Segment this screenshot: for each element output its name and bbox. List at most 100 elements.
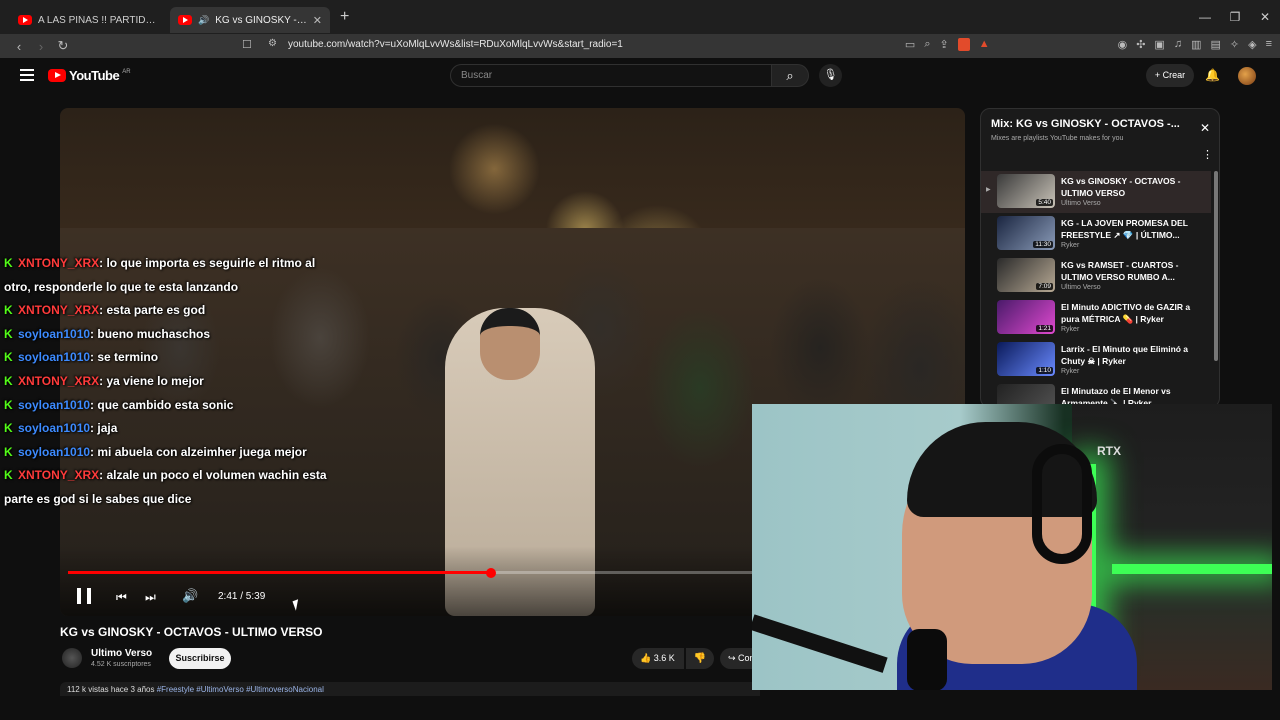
playlist-item[interactable]: 1:21 El Minuto ADICTIVO de GAZIR a pura M… (981, 297, 1211, 339)
media-icon[interactable]: ♫ (1174, 38, 1182, 51)
like-count: 3.6 K (653, 653, 675, 663)
description-box[interactable]: 112 k vistas hace 3 años #Freestyle #Ult… (60, 682, 760, 696)
vpn-icon[interactable]: ◈ (1248, 38, 1256, 51)
sidebar-icon[interactable]: ▥ (1191, 38, 1201, 51)
video-thumbnail[interactable]: 1:10 (997, 342, 1055, 376)
kick-badge-icon: K (4, 373, 13, 388)
playlist-item[interactable]: 1:10 Larrix - El Minuto que Eliminó a Chu… (981, 339, 1211, 381)
forward-button[interactable]: › (30, 39, 52, 54)
chat-text: : se termino (90, 350, 159, 365)
search-icon: ⌕ (786, 68, 794, 83)
audio-playing-icon[interactable]: 🔊 (198, 15, 209, 26)
hamburger-menu-icon[interactable] (20, 69, 34, 81)
close-window-button[interactable]: ✕ (1250, 0, 1280, 34)
share-icon[interactable]: ⇪ (939, 38, 948, 51)
tab-title: A LAS PIÑAS !! PARTIDO PICADO | M (38, 14, 162, 26)
browser-tab-bar: A LAS PIÑAS !! PARTIDO PICADO | M 🔊 KG v… (0, 0, 1280, 34)
chat-username: XNTONY_XRX (18, 303, 100, 318)
video-thumbnail[interactable]: 1:21 (997, 300, 1055, 334)
subscribe-button[interactable]: Suscribirse (169, 648, 231, 669)
tab-partido-picado[interactable]: A LAS PIÑAS !! PARTIDO PICADO | M (10, 7, 170, 33)
chat-message: K XNTONY_XRX: ya viene lo mejor (4, 370, 339, 394)
hashtags[interactable]: #Freestyle #UltimoVerso #UltimoversoNaci… (157, 685, 324, 694)
video-title: KG vs GINOSKY - OCTAVOS - ULTIMO VERSO (60, 625, 323, 639)
dislike-button[interactable]: 👎 (686, 648, 714, 669)
chat-username: soyloan1010 (18, 397, 91, 412)
kick-badge-icon: K (4, 468, 13, 483)
progress-scrubber[interactable] (485, 567, 496, 578)
video-frame-person-head (480, 308, 540, 380)
rewards-icon[interactable]: ▲ (979, 38, 990, 51)
chat-message: K XNTONY_XRX: lo que importa es seguirle … (4, 252, 339, 299)
screenshot-icon[interactable]: ▣ (1154, 38, 1164, 51)
playlist-item[interactable]: ▶ 5:40 KG vs GINOSKY - OCTAVOS - ULTIMO VE… (981, 171, 1211, 213)
reload-button[interactable]: ↻ (52, 38, 74, 54)
playlist-item-title[interactable]: KG - LA JOVEN PROMESA DEL FREESTYLE ↗ 💎 … (1061, 217, 1201, 241)
playlist-item-title[interactable]: KG vs GINOSKY - OCTAVOS - ULTIMO VERSO (1061, 175, 1201, 199)
cast-icon[interactable]: ▭ (905, 38, 915, 51)
tab-kg-vs-ginosky[interactable]: 🔊 KG vs GINOSKY - OCTAVOS - ✕ (170, 7, 330, 33)
channel-name[interactable]: Ultimo Verso (91, 648, 152, 659)
youtube-logo[interactable]: YouTube AR (48, 68, 131, 83)
playlist-item-channel: Ultimo Verso (1061, 284, 1101, 291)
chat-username: soyloan1010 (18, 444, 91, 459)
search-button[interactable]: ⌕ (771, 64, 809, 87)
extension-icon[interactable]: ◉ (1118, 38, 1128, 51)
playlist-item-title[interactable]: Larrix - El Minuto que Eliminó a Chuty ☠… (1061, 343, 1201, 367)
create-button[interactable]: + Crear (1146, 64, 1194, 87)
menu-icon[interactable]: ≡ (1266, 38, 1272, 51)
channel-avatar[interactable] (62, 648, 82, 668)
streamer-webcam: RTX (752, 404, 1272, 690)
playlist-item-title[interactable]: KG vs RAMSET - CUARTOS - ULTIMO VERSO RU… (1061, 259, 1201, 283)
playlist-item[interactable]: 11:30 KG - LA JOVEN PROMESA DEL FREESTYLE… (981, 213, 1211, 255)
next-button[interactable]: ⏭ (145, 590, 156, 605)
close-icon[interactable]: ✕ (1200, 121, 1210, 135)
playlist-item-title[interactable]: El Minuto ADICTIVO de GAZIR a pura MÉTRI… (1061, 301, 1201, 325)
notifications-bell-icon[interactable]: 🔔 (1205, 68, 1220, 82)
video-thumbnail[interactable]: 11:30 (997, 216, 1055, 250)
minimize-button[interactable]: — (1190, 0, 1220, 34)
playlist-item-channel: Ultimo Verso (1061, 200, 1101, 207)
back-button[interactable]: ‹ (8, 39, 30, 54)
more-options-icon[interactable]: ⋮ (1202, 148, 1213, 161)
gpu-box-label: RTX (1097, 444, 1121, 458)
youtube-play-logo-icon (48, 69, 66, 82)
bookmark-icon[interactable]: ☐ (242, 38, 252, 51)
playlist-item[interactable]: 7:09 KG vs RAMSET - CUARTOS - ULTIMO VERS… (981, 255, 1211, 297)
puzzle-icon[interactable]: ✣ (1136, 38, 1145, 51)
chat-message: Ksoyloan1010: jaja (4, 417, 339, 441)
like-button[interactable]: 👍 3.6 K (632, 648, 684, 669)
video-thumbnail[interactable]: 7:09 (997, 258, 1055, 292)
address-bar[interactable]: youtube.com/watch?v=uXoMlqLvvWs&list=RDu… (288, 39, 623, 50)
brave-shield-icon[interactable] (957, 38, 970, 51)
previous-button[interactable]: ⏮ (116, 590, 127, 605)
video-duration: 5:40 (1036, 199, 1053, 206)
voice-search-button[interactable]: 🎙 (819, 64, 842, 87)
playlist-title[interactable]: Mix: KG vs GINOSKY - OCTAVOS -... (991, 118, 1187, 130)
kick-badge-icon: K (4, 303, 13, 318)
video-thumbnail[interactable]: 5:40 (997, 174, 1055, 208)
search-input[interactable]: Buscar (450, 64, 772, 87)
chat-username: XNTONY_XRX (18, 468, 100, 483)
kick-badge-icon: K (4, 421, 13, 436)
playlist-scrollbar[interactable] (1214, 171, 1218, 361)
new-tab-button[interactable]: + (340, 8, 349, 26)
wallet-icon[interactable]: ▤ (1210, 38, 1220, 51)
restore-button[interactable]: ❐ (1220, 0, 1250, 34)
now-playing-icon: ▶ (986, 187, 991, 193)
account-avatar[interactable] (1238, 67, 1256, 85)
kick-badge-icon: K (4, 350, 13, 365)
chat-message: K XNTONY_XRX: alzale un poco el volumen w… (4, 464, 339, 511)
browser-toolbar: ‹ › ↻ ☐ ⚙ youtube.com/watch?v=uXoMlqLvvW… (0, 34, 1280, 58)
zoom-icon[interactable]: ⌕ (924, 38, 930, 51)
site-info-icon[interactable]: ⚙ (268, 38, 277, 49)
chat-text: : esta parte es god (99, 303, 206, 318)
video-duration: 11:30 (1033, 241, 1053, 248)
leo-icon[interactable]: ✧ (1230, 38, 1239, 51)
headset (1032, 444, 1092, 564)
progress-fill (68, 571, 491, 574)
close-tab-icon[interactable]: ✕ (313, 14, 322, 27)
video-duration: 1:10 (1036, 367, 1053, 374)
pause-button[interactable] (77, 588, 91, 604)
volume-icon[interactable]: 🔊 (182, 588, 198, 604)
